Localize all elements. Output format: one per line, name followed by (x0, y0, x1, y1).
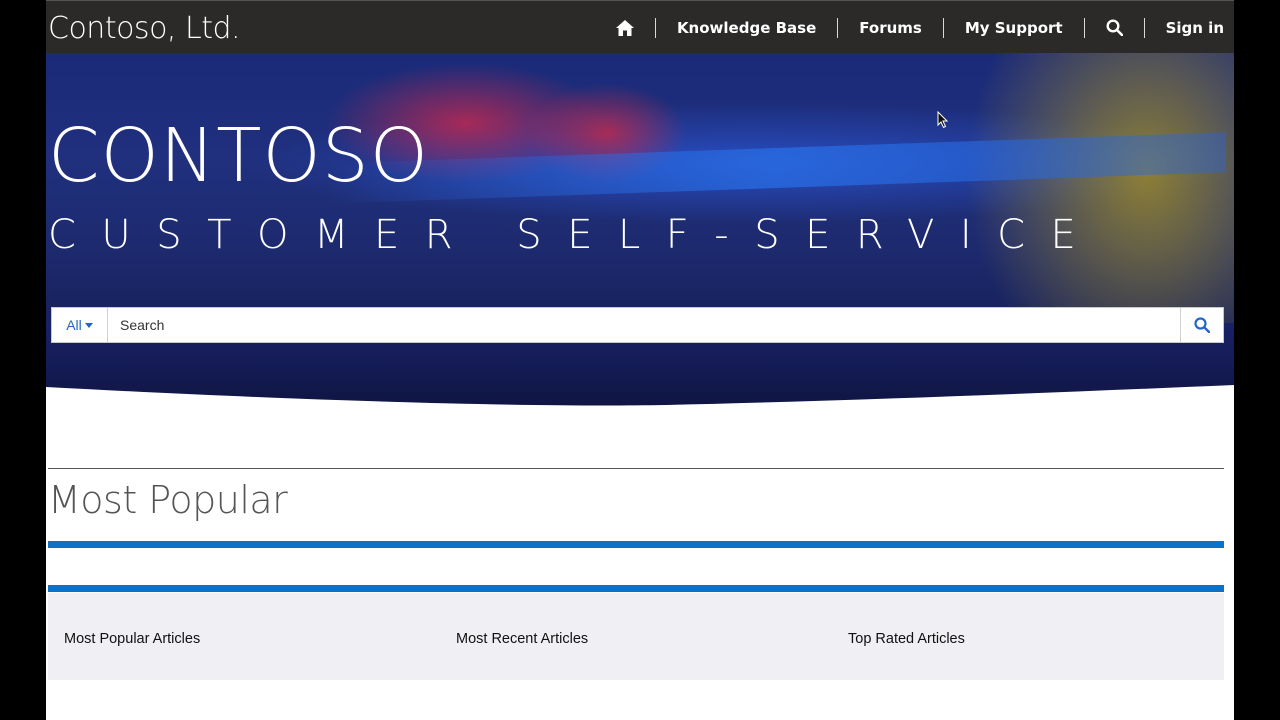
page: Contoso, Ltd. Knowledge Base Forums My S… (46, 0, 1234, 720)
search-box: All (51, 307, 1224, 343)
hero-background-beam (326, 132, 1226, 204)
section-divider (48, 468, 1224, 469)
top-navbar: Contoso, Ltd. Knowledge Base Forums My S… (46, 0, 1234, 53)
nav-home[interactable] (615, 18, 655, 38)
section-title: Most Popular (48, 478, 288, 522)
search-icon (1194, 317, 1210, 333)
search-filter-label: All (66, 317, 82, 333)
hero-banner: CONTOSO CUSTOMER SELF-SERVICE (46, 53, 1234, 413)
tab-top-rated-articles[interactable]: Top Rated Articles (848, 631, 965, 647)
tab-most-recent-articles[interactable]: Most Recent Articles (456, 631, 588, 647)
home-icon (615, 19, 634, 36)
accent-bar-top (48, 541, 1224, 548)
hero-subtitle: CUSTOMER SELF-SERVICE (48, 212, 1102, 258)
search-button[interactable] (1180, 308, 1223, 342)
nav-search[interactable] (1083, 17, 1144, 38)
nav-forums[interactable]: Forums (837, 17, 943, 38)
caret-down-icon (84, 322, 93, 328)
search-filter-dropdown[interactable]: All (52, 308, 108, 342)
nav-sign-in[interactable]: Sign in (1143, 17, 1224, 38)
mouse-cursor-icon (937, 111, 949, 129)
nav-knowledge-base[interactable]: Knowledge Base (654, 17, 837, 38)
hero-title: CONTOSO (48, 113, 429, 199)
nav-menu: Knowledge Base Forums My Support Sign in (615, 1, 1224, 54)
accent-bar-bottom (48, 585, 1224, 592)
brand-logo[interactable]: Contoso, Ltd. (48, 9, 241, 49)
nav-my-support[interactable]: My Support (942, 17, 1084, 38)
articles-panel: Most Popular Articles Most Recent Articl… (48, 593, 1224, 680)
hero-curve-divider (46, 385, 1234, 415)
search-input[interactable] (108, 308, 1180, 342)
tab-most-popular-articles[interactable]: Most Popular Articles (64, 631, 200, 647)
search-icon (1106, 19, 1123, 36)
